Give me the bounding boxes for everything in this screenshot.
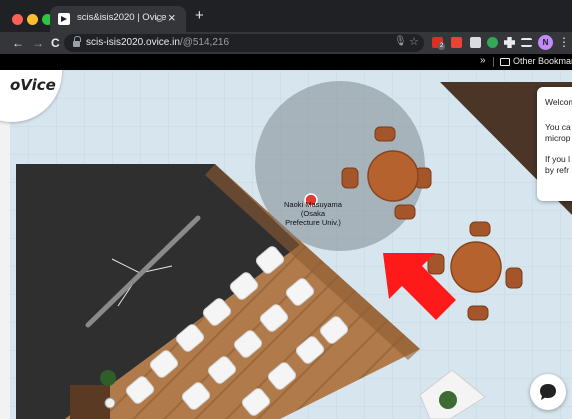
page-margin	[0, 70, 10, 419]
welcome-panel: Welcom You ca microp If you l by refr	[537, 87, 572, 201]
browser-tab[interactable]: scis&isis2020 | Ovice ×	[50, 6, 186, 32]
close-window-button[interactable]	[12, 14, 23, 25]
other-bookmarks-link[interactable]: Other Bookmarks	[513, 56, 572, 66]
bookmark-star-icon[interactable]: ☆	[409, 35, 419, 48]
plant-icon-2	[439, 391, 457, 409]
bookmarks-bar: » Other Bookmarks	[0, 54, 572, 70]
ovice-space[interactable]: oVice Naoki Masuyama (Osaka Prefecture U…	[0, 70, 572, 419]
tab-strip: scis&isis2020 | Ovice × +	[0, 0, 572, 32]
ovice-favicon-icon	[58, 13, 70, 25]
browser-menu-button[interactable]: ⋮	[558, 34, 570, 50]
bookmarks-divider	[493, 57, 494, 67]
new-tab-button[interactable]: +	[195, 8, 204, 23]
extension-badge: 2	[438, 43, 446, 50]
desk-lamp-icon	[104, 397, 116, 409]
tab-close-button[interactable]: ×	[168, 10, 176, 26]
tab-title: scis&isis2020 | Ovice	[77, 12, 167, 23]
bookmarks-overflow-button[interactable]: »	[480, 55, 486, 66]
welcome-text-line: If you l	[545, 154, 571, 164]
forward-button[interactable]: →	[32, 35, 44, 51]
extension-m-icon[interactable]	[451, 37, 462, 48]
extension-screen-icon[interactable]	[470, 37, 481, 48]
reload-button[interactable]: C	[51, 35, 60, 51]
side-desk	[70, 385, 110, 419]
back-button[interactable]: ←	[12, 35, 24, 51]
extension-green-icon[interactable]	[487, 37, 498, 48]
browser-toolbar: ← → C scis-isis2020.ovice.in/@514,216 🎙 …	[0, 32, 572, 54]
plant-icon	[100, 370, 116, 386]
welcome-title: Welcom	[545, 97, 572, 107]
profile-avatar[interactable]: N	[538, 35, 553, 50]
folder-icon	[500, 58, 510, 66]
chat-button[interactable]	[530, 374, 566, 410]
virtual-floor-map[interactable]	[0, 70, 572, 419]
welcome-text-line: microp	[545, 133, 571, 143]
welcome-text-line: by refr	[545, 165, 570, 175]
avatar-name-label: Naoki Masuyama (Osaka Prefecture Univ.)	[284, 200, 342, 227]
welcome-text-line: You ca	[545, 122, 571, 132]
lock-icon	[73, 36, 81, 47]
minimize-window-button[interactable]	[27, 14, 38, 25]
address-bar[interactable]: scis-isis2020.ovice.in/@514,216 🎙 ☆	[64, 34, 424, 52]
reading-list-icon[interactable]	[521, 38, 532, 47]
audio-indicator-icon	[156, 15, 163, 22]
url-text: scis-isis2020.ovice.in/@514,216	[86, 37, 230, 48]
extensions-puzzle-icon[interactable]	[504, 37, 515, 48]
chat-bubble-icon	[540, 384, 556, 400]
microphone-icon[interactable]: 🎙	[394, 36, 407, 47]
ovice-logo[interactable]: oVice	[10, 76, 56, 94]
